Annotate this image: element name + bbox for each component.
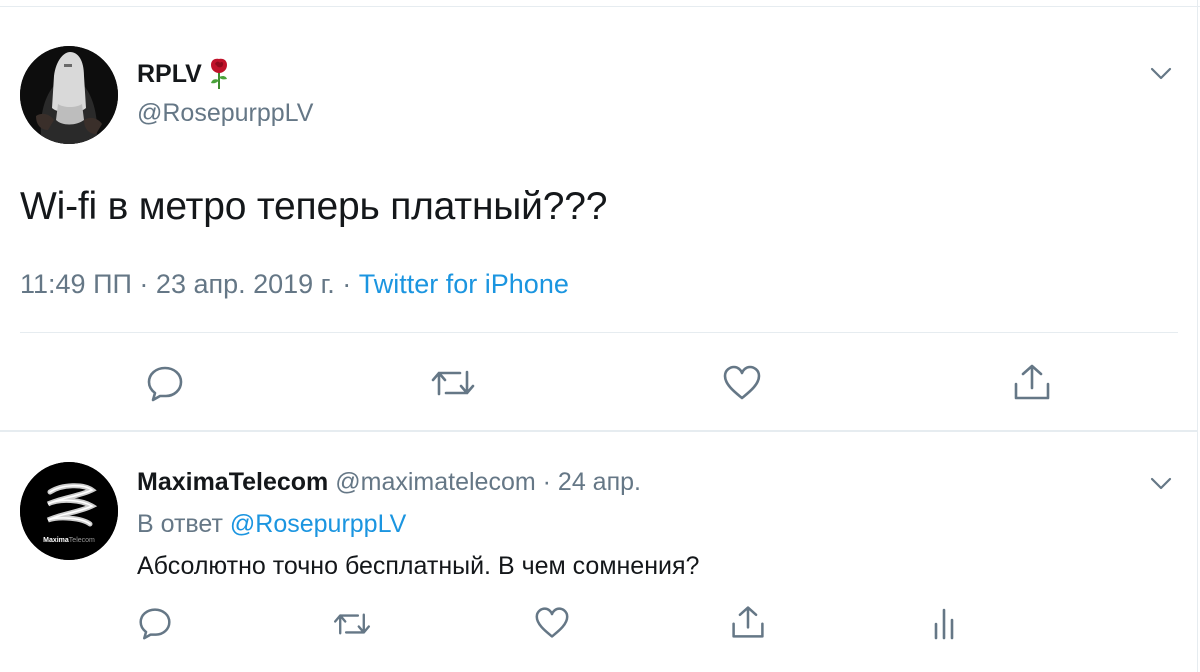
analytics-icon [932, 606, 958, 640]
reply-to-prefix: В ответ [137, 510, 223, 538]
share-button[interactable] [1012, 362, 1052, 402]
reply-button[interactable] [146, 364, 184, 402]
reply-button[interactable] [138, 606, 172, 640]
retweet-icon [430, 364, 476, 402]
share-button[interactable] [730, 604, 766, 640]
retweet-button[interactable] [332, 608, 372, 640]
meta-separator: · [139, 269, 149, 299]
top-border [0, 0, 1200, 7]
share-icon [730, 604, 766, 640]
avatar[interactable] [20, 46, 118, 144]
like-button[interactable] [534, 606, 570, 640]
chevron-down-icon[interactable] [1148, 60, 1174, 86]
tweet-source-link[interactable]: Twitter for iPhone [359, 269, 569, 299]
tweet-date[interactable]: 24 апр. [558, 468, 641, 496]
like-icon [534, 606, 570, 640]
reply-icon [138, 606, 172, 640]
reply-to-line: В ответ @RosepurppLV [137, 508, 406, 540]
rose-icon [208, 58, 230, 90]
reply-header: MaximaTelecom @maximatelecom · 24 апр. [137, 466, 641, 498]
tweet-text: Wi-fi в метро теперь платный??? [20, 185, 608, 228]
meta-separator: · [542, 468, 551, 496]
author-name-text: RPLV [137, 60, 202, 88]
reply-icon [146, 364, 184, 402]
tweet-meta: 11:49 ПП · 23 апр. 2019 г. · Twitter for… [20, 266, 569, 302]
author-handle[interactable]: @RosepurppLV [137, 98, 313, 128]
retweet-button[interactable] [430, 364, 476, 402]
like-icon [722, 364, 762, 402]
analytics-button[interactable] [932, 606, 958, 640]
tweet-time[interactable]: 11:49 ПП [20, 269, 132, 299]
like-button[interactable] [722, 364, 762, 402]
meta-separator: · [342, 269, 352, 299]
avatar[interactable]: MaximaTelecom [20, 462, 118, 560]
author-name[interactable]: RPLV [137, 58, 230, 90]
reply-to-mention[interactable]: @RosepurppLV [230, 510, 406, 538]
tweet-date[interactable]: 23 апр. 2019 г. [156, 269, 335, 299]
author-handle[interactable]: @maximatelecom [335, 468, 535, 496]
tweet-text: Абсолютно точно бесплатный. В чем сомнен… [137, 552, 700, 580]
retweet-icon [332, 608, 372, 640]
right-border [1197, 0, 1198, 672]
share-icon [1012, 362, 1052, 402]
avatar-logo-text: MaximaTelecom [43, 537, 95, 544]
divider [20, 332, 1178, 333]
chevron-down-icon[interactable] [1148, 470, 1174, 496]
author-name[interactable]: MaximaTelecom [137, 468, 328, 496]
section-divider [0, 430, 1197, 432]
